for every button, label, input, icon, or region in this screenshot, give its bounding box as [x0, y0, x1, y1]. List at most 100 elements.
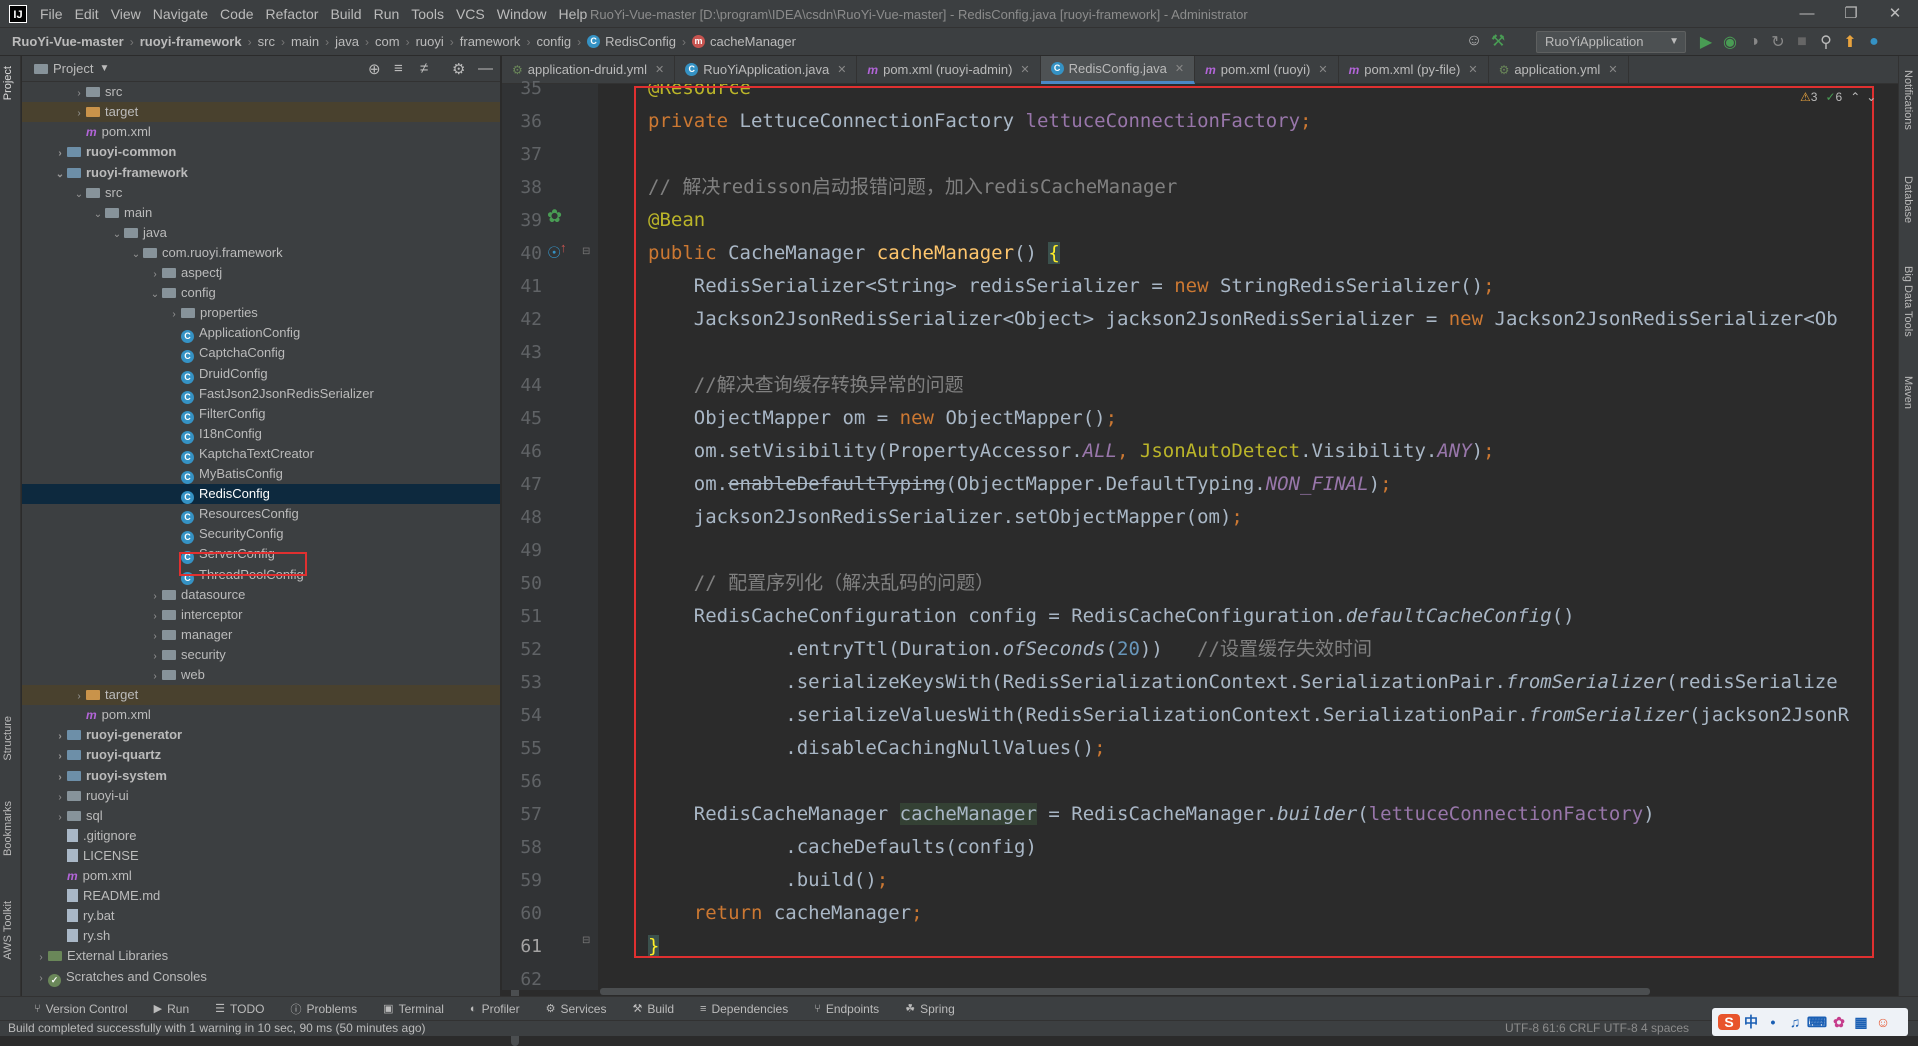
status-message[interactable]: Build completed successfully with 1 warn… — [8, 1021, 426, 1035]
tree-item[interactable]: C FastJson2JsonRedisSerializer — [22, 384, 500, 404]
update-icon[interactable]: ⬆ — [1838, 32, 1862, 52]
editor-tab[interactable]: C RuoYiApplication.java ✕ — [675, 55, 858, 84]
tree-item[interactable]: .gitignore — [22, 826, 500, 846]
close-icon[interactable]: ✕ — [1873, 4, 1917, 22]
plugin-icon[interactable]: ● — [1862, 33, 1886, 51]
tree-item[interactable]: › ✓ Scratches and Consoles — [22, 967, 500, 987]
collapsed-chevron-icon[interactable]: › — [34, 948, 48, 968]
hammer-icon[interactable]: ⚒ — [1486, 31, 1510, 51]
tree-item[interactable]: ry.sh — [22, 926, 500, 946]
collapse-all-icon[interactable]: ≠ — [420, 60, 428, 77]
hide-icon[interactable]: — — [478, 60, 493, 77]
tree-item[interactable]: C CaptchaConfig — [22, 343, 500, 364]
tree-item[interactable]: C DruidConfig — [22, 364, 500, 384]
bean-gutter-icon[interactable]: ✿ — [547, 206, 562, 227]
tree-item[interactable]: › ruoyi-ui — [22, 786, 500, 806]
collapsed-chevron-icon[interactable]: › — [148, 627, 162, 647]
tree-item[interactable]: ry.bat — [22, 906, 500, 926]
menu-tools[interactable]: Tools — [411, 6, 444, 22]
tree-item[interactable]: C FilterConfig — [22, 404, 500, 424]
collapsed-chevron-icon[interactable]: › — [53, 768, 67, 788]
breadcrumb-item[interactable]: com — [375, 34, 400, 49]
run-config-select[interactable]: RuoYiApplication ▼ — [1536, 31, 1686, 53]
tool-window-button[interactable]: ▶ Run — [154, 1002, 189, 1016]
tree-item[interactable]: › ruoyi-quartz — [22, 745, 500, 765]
tree-item[interactable]: ⌄ java — [22, 223, 500, 243]
chevron-up-icon[interactable]: ⌃ — [1850, 90, 1860, 104]
tree-item[interactable]: C ResourcesConfig — [22, 504, 500, 525]
maven-tool-tab[interactable]: Maven — [1902, 376, 1914, 409]
close-icon[interactable]: ✕ — [837, 63, 846, 76]
breadcrumb-item[interactable]: src — [258, 34, 275, 49]
collapsed-chevron-icon[interactable]: › — [72, 104, 86, 124]
editor-tab[interactable]: m pom.xml (ruoyi-admin) ✕ — [857, 55, 1041, 84]
collapsed-chevron-icon[interactable]: › — [148, 265, 162, 285]
close-icon[interactable]: ✕ — [1020, 63, 1029, 76]
tree-item[interactable]: ⌄ config — [22, 283, 500, 303]
tree-item[interactable]: m pom.xml — [22, 866, 500, 886]
fold-icon[interactable]: ⊟ — [582, 935, 590, 946]
tree-item[interactable]: ⌄ main — [22, 203, 500, 223]
microphone-icon[interactable]: ♫ — [1784, 1014, 1806, 1030]
tree-item[interactable]: › src — [22, 82, 500, 102]
database-tool-tab[interactable]: Database — [1902, 176, 1914, 223]
tree-item[interactable]: › manager — [22, 625, 500, 645]
tree-item[interactable]: › External Libraries — [22, 946, 500, 966]
tool-window-button[interactable]: ☘ Spring — [905, 1002, 955, 1016]
tree-item[interactable]: › aspectj — [22, 263, 500, 283]
restore-icon[interactable]: ❐ — [1829, 4, 1873, 22]
tree-item[interactable]: › datasource — [22, 585, 500, 605]
expanded-chevron-icon[interactable]: ⌄ — [110, 225, 124, 245]
expand-all-icon[interactable]: ≡ — [394, 60, 403, 77]
punctuation-icon[interactable]: • — [1762, 1014, 1784, 1030]
chevron-down-icon[interactable]: ▼ — [99, 63, 109, 74]
debug-icon[interactable]: ◉ — [1718, 32, 1742, 52]
menu-help[interactable]: Help — [559, 6, 588, 22]
tree-item[interactable]: ⌄ com.ruoyi.framework — [22, 243, 500, 263]
coverage-icon[interactable]: ◑ — [1742, 33, 1766, 51]
editor-tab[interactable]: m pom.xml (ruoyi) ✕ — [1195, 55, 1339, 84]
close-icon[interactable]: ✕ — [1468, 63, 1477, 76]
tree-item[interactable]: m pom.xml — [22, 705, 500, 725]
menu-view[interactable]: View — [111, 6, 141, 22]
menu-build[interactable]: Build — [330, 6, 361, 22]
tree-item[interactable]: C ApplicationConfig — [22, 323, 500, 344]
editor-tab[interactable]: ⚙ application.yml ✕ — [1489, 55, 1629, 84]
locate-icon[interactable]: ⊕ — [368, 60, 381, 78]
project-panel-title[interactable]: Project — [53, 61, 93, 76]
tree-item[interactable]: ⌄ ruoyi-framework — [22, 163, 500, 183]
aws-tool-tab[interactable]: AWS Toolkit — [2, 901, 14, 960]
tree-item[interactable]: C I18nConfig — [22, 424, 500, 444]
status-info[interactable]: UTF-8 61:6 CRLF UTF-8 4 spaces — [1505, 1021, 1689, 1035]
fold-icon[interactable]: ⊟ — [582, 246, 590, 257]
collapsed-chevron-icon[interactable]: › — [53, 788, 67, 808]
sogou-logo-icon[interactable]: S — [1718, 1014, 1740, 1030]
keyboard-icon[interactable]: ⌨ — [1806, 1014, 1828, 1031]
breadcrumb-item[interactable]: main — [291, 34, 319, 49]
tree-item[interactable]: › target — [22, 102, 500, 124]
run-icon[interactable]: ▶ — [1694, 32, 1718, 52]
tree-item[interactable]: › sql — [22, 806, 500, 826]
avatar-icon[interactable]: ☺ — [1872, 1014, 1894, 1030]
tool-window-button[interactable]: ▣ Terminal — [383, 1002, 444, 1016]
collapsed-chevron-icon[interactable]: › — [53, 727, 67, 747]
close-icon[interactable]: ✕ — [1318, 63, 1327, 76]
collapsed-chevron-icon[interactable]: › — [72, 687, 86, 707]
ime-mode[interactable]: 中 — [1740, 1012, 1762, 1032]
collapsed-chevron-icon[interactable]: › — [34, 969, 48, 989]
breadcrumb-item[interactable]: config — [536, 34, 571, 49]
breadcrumb-item[interactable]: framework — [460, 34, 521, 49]
tree-item[interactable]: › target — [22, 685, 500, 707]
notifications-tool-tab[interactable]: Notifications — [1902, 70, 1914, 130]
search-icon[interactable]: ⚲ — [1814, 32, 1838, 52]
bigdata-tool-tab[interactable]: Big Data Tools — [1902, 266, 1914, 337]
collapsed-chevron-icon[interactable]: › — [148, 647, 162, 667]
tree-item[interactable]: › web — [22, 665, 500, 685]
collapsed-chevron-icon[interactable]: › — [72, 84, 86, 104]
project-tool-tab[interactable]: Project — [2, 66, 14, 100]
tool-window-button[interactable]: ⓘ Problems — [290, 1001, 357, 1017]
tool-window-button[interactable]: ≡ Dependencies — [700, 1002, 788, 1016]
tree-item[interactable]: ⌄ src — [22, 183, 500, 203]
menu-window[interactable]: Window — [497, 6, 547, 22]
stop-icon[interactable]: ■ — [1790, 33, 1814, 51]
